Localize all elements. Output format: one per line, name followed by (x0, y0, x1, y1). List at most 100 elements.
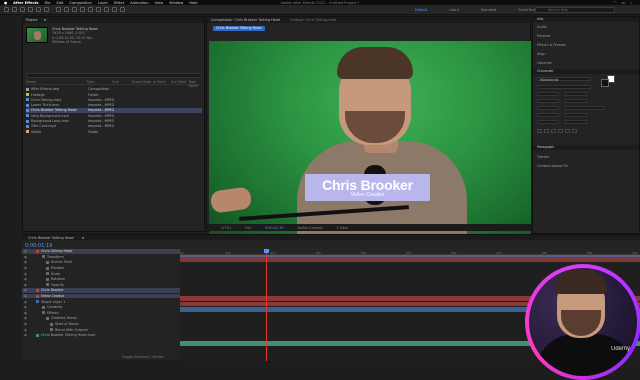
project-item[interactable]: Lower Third.mov Importe...MPEG (26, 103, 202, 108)
stroke-type-select[interactable] (565, 106, 605, 110)
visibility-eye-icon[interactable]: ◉ (22, 328, 30, 332)
label-color-swatch[interactable] (50, 328, 53, 332)
puppet-tool-icon[interactable] (120, 7, 125, 12)
toggle-switches-modes[interactable]: Toggle Switches / Modes (122, 355, 163, 359)
playhead-handle[interactable] (264, 249, 269, 253)
menu-layer[interactable]: Layer (98, 1, 108, 5)
tracker-panel[interactable]: Tracker (537, 155, 549, 159)
visibility-eye-icon[interactable]: ◉ (22, 255, 30, 259)
layer-row[interactable]: ◉ Chris Talking Head (22, 249, 180, 254)
brush-tool-icon[interactable] (88, 7, 93, 12)
stroke-color-swatch[interactable] (601, 79, 609, 87)
label-color-swatch[interactable] (46, 260, 49, 264)
align-panel[interactable]: Align (537, 52, 546, 56)
all-caps-button[interactable] (551, 129, 556, 133)
horizontal-scale-field[interactable] (565, 113, 587, 117)
visibility-eye-icon[interactable]: ◉ (22, 294, 30, 298)
info-panel-header[interactable]: Info (533, 17, 639, 22)
menu-edit[interactable]: Edit (56, 1, 63, 5)
app-menu[interactable]: After Effects (13, 1, 38, 5)
project-item[interactable]: Title Card.mp4 Importe...MPEG (26, 124, 202, 129)
label-color-swatch[interactable] (46, 277, 49, 281)
panel-menu-icon[interactable]: ≡ (44, 18, 47, 22)
eraser-tool-icon[interactable] (104, 7, 109, 12)
hand-tool-icon[interactable] (20, 7, 25, 12)
visibility-eye-icon[interactable]: ◉ (22, 277, 30, 281)
visibility-eye-icon[interactable]: ◉ (22, 283, 30, 287)
layer-row[interactable]: ◉ Chris Brooker Talking Head.mp4 (22, 333, 180, 338)
faux-italic-button[interactable] (544, 129, 549, 133)
visibility-eye-icon[interactable]: ◉ (22, 316, 30, 320)
visibility-eye-icon[interactable]: ◉ (22, 260, 30, 264)
label-color-swatch[interactable] (46, 316, 49, 320)
workspace-learn[interactable]: Learn (449, 8, 458, 12)
layer-row[interactable]: ◉ Gradient Ramp (22, 316, 180, 321)
composition-breadcrumb[interactable]: Chris Brooker Talking Head (213, 26, 265, 31)
visibility-eye-icon[interactable]: ◉ (22, 305, 30, 309)
effects-presets-panel[interactable]: Effects & Presets (537, 43, 566, 47)
project-item[interactable]: Solids Folder (26, 129, 202, 134)
battery-icon[interactable]: ▭ (622, 1, 625, 5)
column-name[interactable]: Name (26, 80, 87, 84)
project-item[interactable]: Intro Background.mp4 Importe...MPEG (26, 114, 202, 119)
apple-icon[interactable]: ● (4, 1, 7, 5)
camera-tool-icon[interactable] (44, 7, 49, 12)
tab-project[interactable]: Project (26, 18, 38, 22)
lower-third-graphic[interactable]: Chris Brooker Video Creator (305, 174, 430, 201)
label-color-swatch[interactable] (50, 322, 53, 326)
menu-animation[interactable]: Animation (130, 1, 148, 5)
project-search-input[interactable] (26, 73, 202, 78)
subscript-button[interactable] (572, 129, 577, 133)
search-icon[interactable]: ⌕ (630, 1, 632, 5)
tracking-field[interactable] (565, 99, 587, 103)
project-item[interactable]: Chris Talking.mp4 Importe...MPEG (26, 98, 202, 103)
layer-row[interactable]: ◉ Scale (22, 271, 180, 276)
view-layout-select[interactable]: 1 View (336, 226, 347, 230)
tab-composition[interactable]: Composition: Chris Brooker Talking Head (211, 18, 280, 22)
magnification-select[interactable]: (27%) (221, 226, 231, 230)
shape-tool-icon[interactable] (64, 7, 69, 12)
layer-row[interactable]: ◉ Blend With Original (22, 327, 180, 332)
label-color-swatch[interactable] (42, 305, 45, 309)
audio-panel[interactable]: Audio (537, 25, 547, 29)
camera-select[interactable]: Active Camera (298, 226, 323, 230)
label-color-swatch[interactable] (36, 294, 39, 298)
workspace-standard[interactable]: Standard (481, 8, 496, 12)
current-time[interactable]: 0;00;01;19 (265, 226, 284, 230)
baseline-shift-field[interactable] (537, 120, 559, 124)
superscript-button[interactable] (565, 129, 570, 133)
layer-row[interactable]: ◉ Effects (22, 311, 180, 316)
timeline-tab[interactable]: Chris Brooker Talking Head (28, 236, 74, 240)
visibility-eye-icon[interactable]: ◉ (22, 249, 30, 253)
wifi-icon[interactable]: ◠ (613, 1, 616, 5)
label-color-swatch[interactable] (46, 272, 49, 276)
column-size[interactable]: Size (112, 80, 132, 84)
project-item[interactable]: Chris Brooker Talking Head Importe...MPEG (26, 108, 202, 113)
menu-window[interactable]: Window (169, 1, 183, 5)
rotate-tool-icon[interactable] (36, 7, 41, 12)
roto-brush-tool-icon[interactable] (112, 7, 117, 12)
clone-stamp-tool-icon[interactable] (96, 7, 101, 12)
visibility-eye-icon[interactable]: ◉ (22, 333, 30, 337)
visibility-eye-icon[interactable]: ◉ (22, 288, 30, 292)
menu-composition[interactable]: Composition (69, 1, 91, 5)
panel-menu-icon[interactable]: ≡ (82, 236, 85, 240)
paragraph-panel-header[interactable]: Paragraph (533, 145, 639, 150)
label-color-swatch[interactable] (36, 333, 39, 337)
menu-view[interactable]: View (155, 1, 164, 5)
content-aware-fill-panel[interactable]: Content-Aware Fill (537, 164, 568, 168)
project-item[interactable]: Background Loop.mov Importe...MPEG (26, 119, 202, 124)
project-item[interactable]: Footage Folder (26, 92, 202, 97)
layer-row[interactable]: ◉ Anchor Point (22, 260, 180, 265)
label-color-swatch[interactable] (46, 283, 49, 287)
vertical-scale-field[interactable] (537, 113, 559, 117)
layer-row[interactable]: ◉ Start of Ramp (22, 322, 180, 327)
column-tape-name[interactable]: Tape Name (188, 80, 202, 88)
small-caps-button[interactable] (558, 129, 563, 133)
layer-row[interactable]: ◉ Rotation (22, 277, 180, 282)
column-in-point[interactable]: In Point (153, 80, 171, 84)
stroke-width-field[interactable] (537, 106, 559, 110)
preview-panel[interactable]: Preview (537, 34, 550, 38)
pan-behind-tool-icon[interactable] (56, 7, 61, 12)
column-frame-rate[interactable]: Frame Rate (132, 80, 154, 84)
